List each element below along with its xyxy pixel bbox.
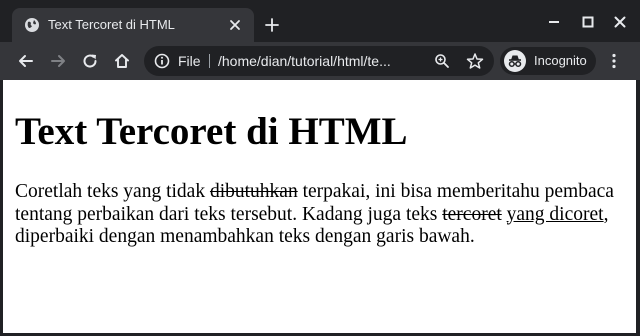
url-separator xyxy=(209,54,210,68)
paragraph-text-1: Coretlah teks yang tidak xyxy=(15,181,210,202)
more-menu-icon[interactable] xyxy=(606,52,622,70)
close-window-icon[interactable] xyxy=(612,14,628,30)
tab-strip: Text Tercoret di HTML xyxy=(0,0,640,42)
close-tab-icon[interactable] xyxy=(226,16,244,34)
page-viewport: Text Tercoret di HTML Coretlah teks yang… xyxy=(3,80,636,333)
bookmark-star-icon[interactable] xyxy=(466,52,484,70)
url-text[interactable]: /home/dian/tutorial/html/te... xyxy=(218,53,424,69)
back-icon[interactable] xyxy=(17,52,35,70)
tab-active[interactable]: Text Tercoret di HTML xyxy=(12,8,254,42)
reload-icon[interactable] xyxy=(81,52,99,70)
incognito-profile-button[interactable]: Incognito xyxy=(500,47,596,75)
strikethrough-text-1: dibutuhkan xyxy=(209,181,298,202)
browser-toolbar: File /home/dian/tutorial/html/te... Inco… xyxy=(0,42,640,80)
info-icon[interactable] xyxy=(154,53,170,69)
strikethrough-text-2: tercoret xyxy=(442,203,502,225)
forward-icon[interactable] xyxy=(49,52,67,70)
home-icon[interactable] xyxy=(113,52,131,70)
tab-title: Text Tercoret di HTML xyxy=(48,17,175,32)
incognito-label: Incognito xyxy=(534,53,587,68)
new-tab-icon[interactable] xyxy=(264,17,280,33)
page-paragraph: Coretlah teks yang tidak dibutuhkan terp… xyxy=(15,181,615,249)
address-bar[interactable]: File /home/dian/tutorial/html/te... xyxy=(144,46,494,76)
zoom-icon[interactable] xyxy=(434,53,450,69)
globe-icon xyxy=(25,18,39,32)
maximize-icon[interactable] xyxy=(580,14,596,30)
underlined-text: yang dicoret xyxy=(506,203,604,225)
page-heading: Text Tercoret di HTML xyxy=(15,110,408,153)
minimize-icon[interactable] xyxy=(546,14,562,30)
url-scheme-label: File xyxy=(178,53,201,69)
browser-window: Text Tercoret di HTML File /home/dian/tu… xyxy=(0,0,640,336)
incognito-icon xyxy=(504,50,526,72)
